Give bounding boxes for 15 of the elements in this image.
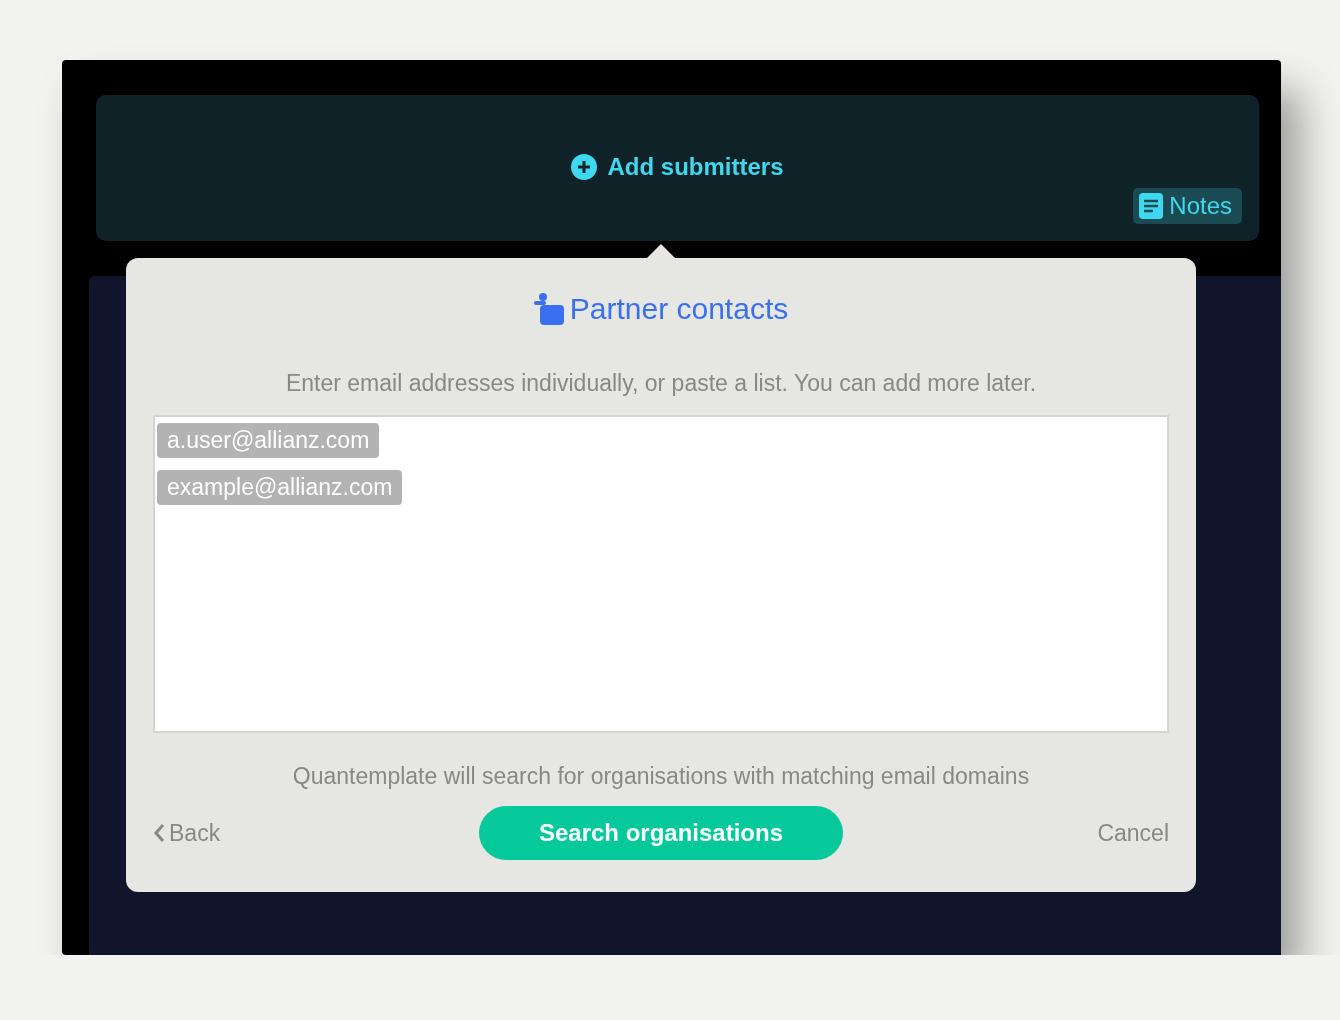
notes-button[interactable]: Notes: [1133, 188, 1242, 224]
instructions-text: Enter email addresses individually, or paste a list. You can add more later.: [285, 370, 1037, 397]
search-organisations-button[interactable]: Search organisations: [479, 806, 843, 860]
plus-circle-icon: [571, 154, 598, 180]
chevron-left-icon: [153, 823, 165, 843]
cancel-link[interactable]: Cancel: [999, 819, 1169, 847]
add-submitters-button[interactable]: Add submitters: [571, 153, 784, 181]
person-card-icon: [533, 293, 564, 325]
email-tag: a.user@allianz.com: [157, 423, 380, 458]
email-input-field[interactable]: a.user@allianz.com example@allianz.com: [153, 415, 1169, 733]
hint-text: Quantemplate will search for organisations with matching email domains: [292, 763, 1030, 790]
popover-title: Partner contacts: [569, 292, 789, 326]
back-link[interactable]: Back: [153, 819, 323, 847]
email-tag: example@allianz.com: [157, 470, 403, 505]
document-icon: [1139, 193, 1164, 219]
